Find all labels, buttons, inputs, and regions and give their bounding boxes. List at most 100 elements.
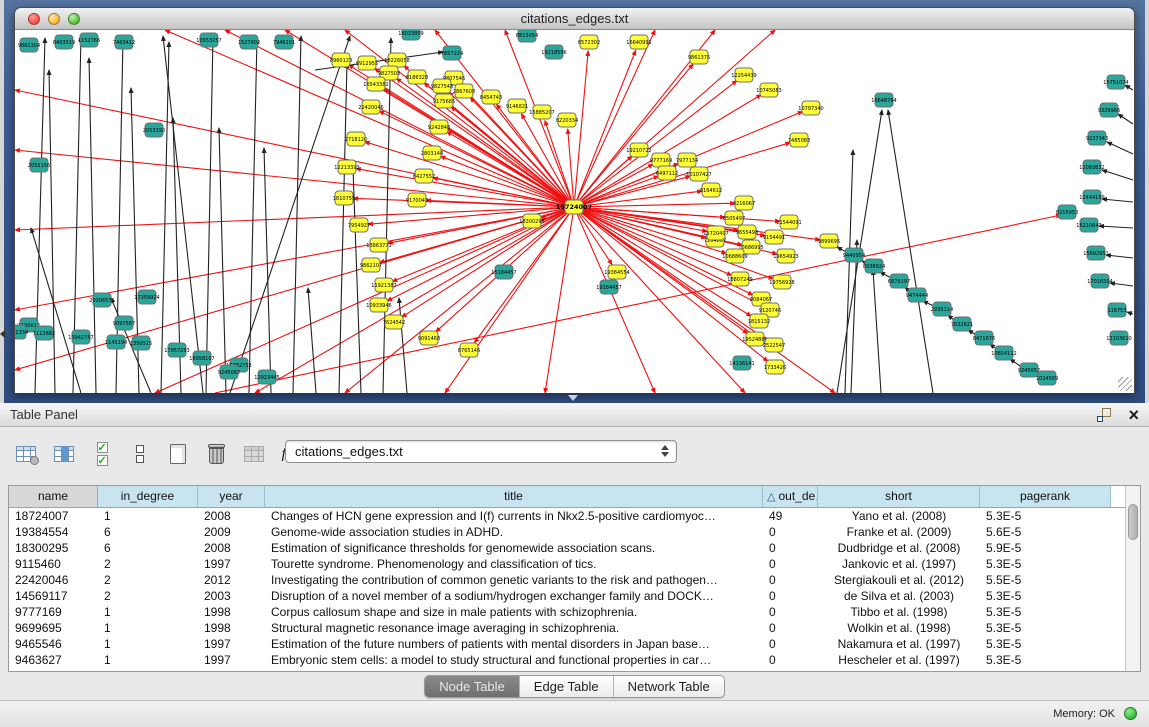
graph-node[interactable]: 8427552 xyxy=(413,169,435,183)
graph-edge[interactable] xyxy=(1102,199,1133,202)
graph-edge[interactable] xyxy=(445,207,574,393)
graph-node[interactable]: 11921387 xyxy=(371,278,396,292)
graph-node[interactable]: 9655498 xyxy=(736,225,758,239)
graph-edge[interactable] xyxy=(31,228,81,393)
graph-node[interactable]: 16648784 xyxy=(871,93,896,107)
graph-edge[interactable] xyxy=(293,36,301,393)
graph-node[interactable]: 7624542 xyxy=(383,315,405,329)
graph-edge[interactable] xyxy=(308,288,316,393)
graph-node[interactable]: 16640991 xyxy=(626,35,651,49)
graph-node[interactable]: 13863771 xyxy=(366,238,391,252)
graph-node[interactable]: 16543382 xyxy=(363,77,388,91)
table-row[interactable]: 1938455462009Genome-wide association stu… xyxy=(9,524,1125,540)
column-header-pagerank[interactable]: pagerank xyxy=(980,486,1111,507)
graph-node[interactable]: 8765146 xyxy=(458,343,480,357)
memory-status-icon[interactable] xyxy=(1124,707,1137,720)
graph-edge[interactable] xyxy=(1106,255,1133,258)
graph-node[interactable]: 2867608 xyxy=(453,84,475,98)
graph-node[interactable]: 15692951 xyxy=(1083,246,1108,260)
graph-node[interactable]: 15885207 xyxy=(529,105,554,119)
graph-node[interactable]: 7946101 xyxy=(273,35,295,49)
graph-edge[interactable] xyxy=(89,58,96,393)
close-panel-icon[interactable]: × xyxy=(1128,404,1139,426)
new-table-icon[interactable] xyxy=(164,440,192,468)
graph-node[interactable]: 17957253 xyxy=(164,343,189,357)
graph-node[interactable]: 9175685 xyxy=(433,94,455,108)
graph-node[interactable]: 12444159 xyxy=(1079,190,1104,204)
panel-collapse-arrow-icon[interactable] xyxy=(0,330,5,338)
graph-edge[interactable] xyxy=(339,63,347,393)
float-panel-icon[interactable] xyxy=(1097,408,1111,422)
zoom-window-button[interactable] xyxy=(68,13,80,25)
graph-node[interactable]: 10107427 xyxy=(686,167,711,181)
select-all-icon[interactable]: ✓✓ xyxy=(88,440,116,468)
graph-node[interactable]: 19756928 xyxy=(769,275,794,289)
graph-node[interactable]: 20206576 xyxy=(89,293,114,307)
column-header-name[interactable]: name xyxy=(9,486,98,507)
graph-node[interactable]: 9861375 xyxy=(688,50,710,64)
graph-node[interactable]: 22420046 xyxy=(358,100,383,114)
graph-node[interactable]: 8220334 xyxy=(556,113,578,127)
graph-edge[interactable] xyxy=(845,150,853,393)
graph-node[interactable]: 9097587 xyxy=(113,316,135,330)
graph-node[interactable]: 8960123 xyxy=(330,53,352,67)
show-column-icon[interactable] xyxy=(50,440,78,468)
column-header-year[interactable]: year xyxy=(198,486,265,507)
graph-node[interactable]: 10933946 xyxy=(366,298,391,312)
clear-selection-icon[interactable] xyxy=(126,440,154,468)
table-row[interactable]: 1830029562008Estimation of significance … xyxy=(9,540,1125,556)
delete-column-icon[interactable] xyxy=(240,440,268,468)
graph-node[interactable]: 10654112 xyxy=(991,346,1016,360)
splitter-handle-icon[interactable] xyxy=(568,395,578,401)
column-header-in_degree[interactable]: in_degree xyxy=(98,486,198,507)
graph-node[interactable]: 9245082 xyxy=(218,365,240,379)
graph-edge[interactable] xyxy=(155,207,574,393)
graph-node[interactable]: 18807249 xyxy=(727,272,752,286)
graph-node[interactable]: 8813054 xyxy=(516,30,538,42)
graph-node[interactable]: 3216067 xyxy=(733,196,755,210)
graph-node[interactable]: 12923445 xyxy=(254,370,279,384)
graph-edge[interactable] xyxy=(1110,283,1133,286)
graph-node[interactable]: 2053190 xyxy=(143,123,165,137)
graph-node[interactable]: 18300295 xyxy=(519,214,544,228)
graph-edge[interactable] xyxy=(851,240,857,393)
graph-node[interactable]: 19654923 xyxy=(773,249,798,263)
table-scrollbar[interactable] xyxy=(1125,486,1140,671)
graph-node[interactable]: 17016504 xyxy=(1087,274,1112,288)
graph-node[interactable]: 8454743 xyxy=(480,90,502,104)
graph-node[interactable]: 8471676 xyxy=(973,331,995,345)
graph-node[interactable]: 116753 xyxy=(1107,303,1126,317)
graph-node[interactable]: 7857224 xyxy=(441,46,463,60)
citation-graph[interactable]: 8960123891295518226058982750381863281654… xyxy=(15,30,1134,393)
close-window-button[interactable] xyxy=(28,13,40,25)
graph-edge[interactable] xyxy=(206,36,213,393)
graph-edge[interactable] xyxy=(1127,312,1133,314)
network-window[interactable]: citations_edges.txt 89601238912955182260… xyxy=(14,7,1135,393)
graph-node[interactable]: 10688609 xyxy=(722,249,747,263)
graph-node[interactable]: 19210722 xyxy=(626,143,651,157)
graph-node[interactable]: 14136141 xyxy=(729,356,754,370)
table-mode-icon[interactable] xyxy=(12,440,40,468)
tab-edge-table[interactable]: Edge Table xyxy=(520,676,614,697)
graph-edge[interactable] xyxy=(568,129,574,207)
graph-node[interactable]: 9777169 xyxy=(650,153,672,167)
graph-node[interactable]: 7632621 xyxy=(951,317,973,331)
column-header-title[interactable]: title xyxy=(265,486,763,507)
graph-node[interactable]: 2718120 xyxy=(345,132,367,146)
graph-node[interactable]: 13942757 xyxy=(68,330,93,344)
graph-edge[interactable] xyxy=(1118,114,1133,124)
graph-node[interactable]: 6497112 xyxy=(656,166,678,180)
graph-node[interactable]: 2935114 xyxy=(931,302,953,316)
table-row[interactable]: 1872400712008Changes of HCN gene express… xyxy=(9,508,1125,524)
graph-node[interactable]: 8164612 xyxy=(700,183,722,197)
graph-node[interactable]: 12103610 xyxy=(1106,331,1131,345)
graph-node[interactable]: 15184457 xyxy=(491,265,516,279)
table-row[interactable]: 2242004622012Investigating the contribut… xyxy=(9,572,1125,588)
network-canvas[interactable]: 8960123891295518226058982750381863281654… xyxy=(15,30,1134,393)
graph-node[interactable]: 16958107 xyxy=(189,351,214,365)
graph-edge[interactable] xyxy=(387,207,574,301)
graph-edge[interactable] xyxy=(426,200,574,207)
graph-node[interactable]: 7977134 xyxy=(676,153,698,167)
graph-edge[interactable] xyxy=(399,298,407,393)
graph-node[interactable]: 15720407 xyxy=(703,226,728,240)
